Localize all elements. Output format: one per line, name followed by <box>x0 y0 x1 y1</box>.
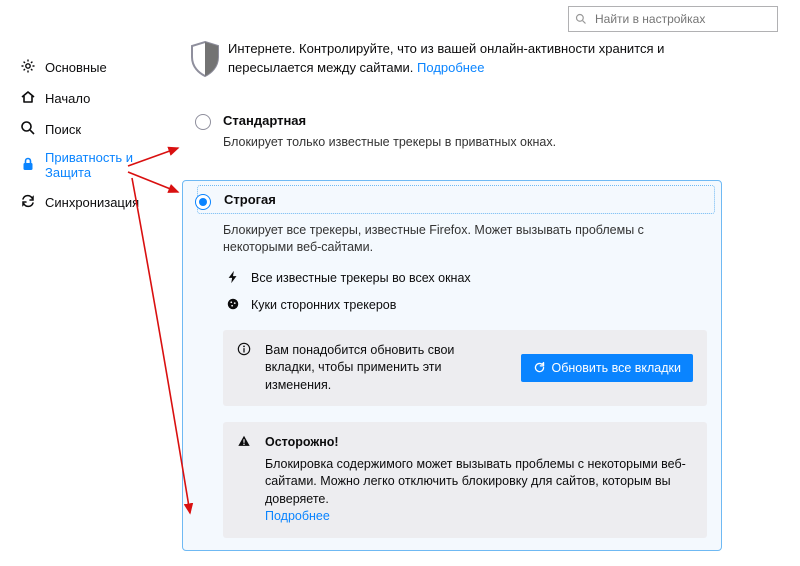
search-icon <box>18 120 38 139</box>
warning-more-link[interactable]: Подробнее <box>265 509 330 523</box>
bolt-icon <box>223 270 243 287</box>
reload-infobox: Вам понадобится обновить свои вкладки, ч… <box>223 330 707 407</box>
sync-icon <box>18 193 38 212</box>
option-strict-desc: Блокирует все трекеры, известные Firefox… <box>223 222 707 256</box>
sidebar-item-general[interactable]: Основные <box>14 52 172 83</box>
search-icon <box>575 13 587 25</box>
option-standard-title: Стандартная <box>223 113 707 128</box>
cookie-icon <box>223 297 243 314</box>
reload-tabs-button[interactable]: Обновить все вкладки <box>521 354 694 382</box>
reload-button-label: Обновить все вкладки <box>552 361 682 375</box>
intro-row: Интернете. Контролируйте, что из вашей о… <box>182 40 722 78</box>
option-strict[interactable]: Строгая Блокирует все трекеры, известные… <box>182 180 722 551</box>
bullet-trackers: Все известные трекеры во всех окнах <box>223 270 707 287</box>
bullet-cookies: Куки сторонних трекеров <box>223 297 707 314</box>
gear-icon <box>18 58 38 77</box>
sidebar-item-label: Поиск <box>45 122 81 137</box>
search-input[interactable] <box>593 11 771 27</box>
radio-standard[interactable] <box>195 114 211 130</box>
home-icon <box>18 89 38 108</box>
intro-more-link[interactable]: Подробнее <box>417 60 484 75</box>
sidebar-item-label: Приватность и Защита <box>45 151 133 181</box>
info-text: Вам понадобится обновить свои вкладки, ч… <box>265 342 507 395</box>
sidebar-item-privacy[interactable]: Приватность и Защита <box>14 145 172 187</box>
option-strict-title: Строгая <box>224 192 706 207</box>
radio-strict[interactable] <box>195 194 211 210</box>
option-standard-desc: Блокирует только известные трекеры в при… <box>223 134 707 151</box>
warning-icon <box>237 434 257 526</box>
warning-box: Осторожно! Блокировка содержимого может … <box>223 422 707 538</box>
sidebar-item-label: Синхронизация <box>45 195 139 210</box>
sidebar-item-label: Основные <box>45 60 107 75</box>
search-field-wrap[interactable] <box>568 6 778 32</box>
bullet-label: Все известные трекеры во всех окнах <box>251 271 471 285</box>
option-standard[interactable]: Стандартная Блокирует только известные т… <box>182 100 722 164</box>
warning-text: Блокировка содержимого может вызывать пр… <box>265 456 693 509</box>
sidebar-item-label: Начало <box>45 91 90 106</box>
shield-icon <box>182 40 228 78</box>
sidebar-item-sync[interactable]: Синхронизация <box>14 187 172 218</box>
bullet-label: Куки сторонних трекеров <box>251 298 396 312</box>
strict-bullet-list: Все известные трекеры во всех окнах Куки… <box>223 270 707 314</box>
main-content: Интернете. Контролируйте, что из вашей о… <box>182 40 722 566</box>
lock-icon <box>18 156 38 175</box>
reload-icon <box>533 361 546 374</box>
sidebar-item-home[interactable]: Начало <box>14 83 172 114</box>
sidebar: Основные Начало Поиск Приватность и Защи… <box>14 52 172 218</box>
sidebar-item-search[interactable]: Поиск <box>14 114 172 145</box>
info-icon <box>237 342 257 395</box>
warning-title: Осторожно! <box>265 434 693 452</box>
